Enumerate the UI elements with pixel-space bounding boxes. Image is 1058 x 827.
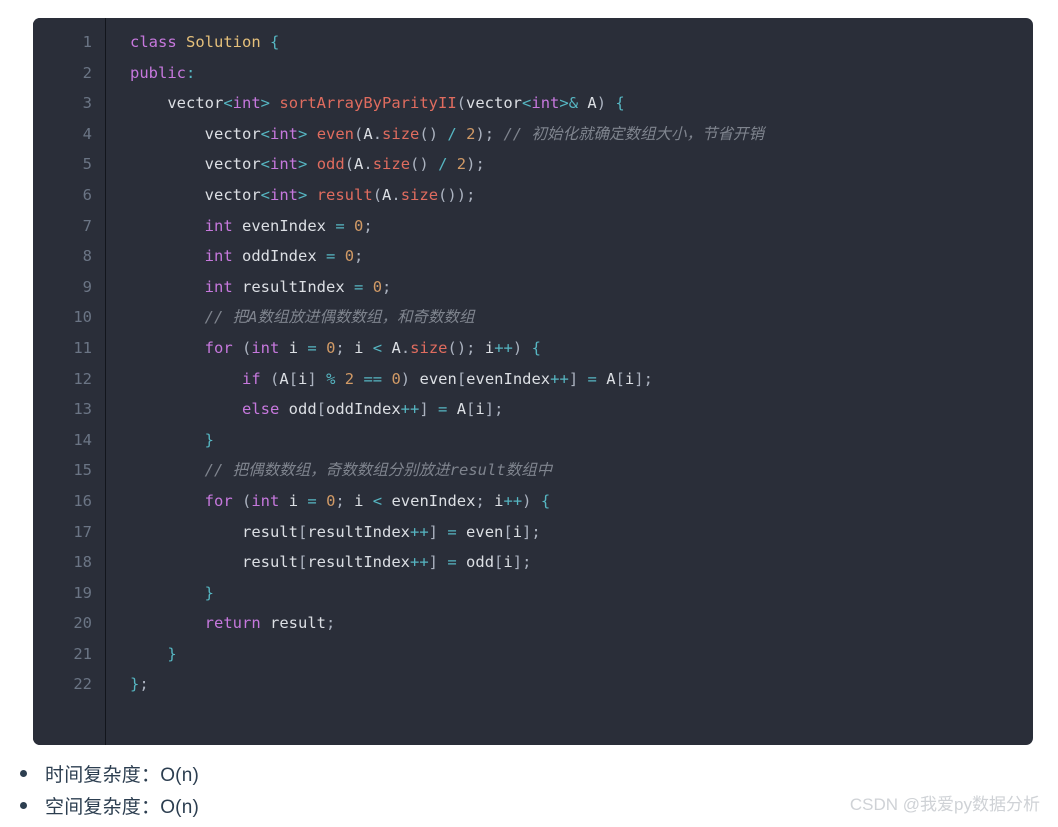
code-content[interactable]: class Solution { public: vector<int> sor… xyxy=(106,18,1033,745)
code-line: vector<int> odd(A.size() / 2); xyxy=(204,155,485,174)
complexity-notes: 时间复杂度：O(n) 空间复杂度：O(n) xyxy=(20,757,620,821)
list-item: 空间复杂度：O(n) xyxy=(20,789,620,821)
line-number: 17 xyxy=(73,522,92,541)
code-line: } xyxy=(204,583,214,602)
code-line: int resultIndex = 0; xyxy=(204,277,392,296)
line-number: 13 xyxy=(73,400,92,419)
line-number: 8 xyxy=(82,247,92,266)
line-number: 18 xyxy=(73,553,92,572)
watermark: CSDN @我爱py数据分析 xyxy=(849,795,1040,814)
code-line: for (int i = 0; i < A.size(); i++) { xyxy=(204,338,541,357)
bullet-icon xyxy=(20,769,27,777)
line-number: 3 xyxy=(82,94,92,113)
line-number: 21 xyxy=(73,644,92,663)
code-line: } xyxy=(204,430,214,449)
list-item: 时间复杂度：O(n) xyxy=(20,757,620,789)
line-number: 14 xyxy=(73,430,92,449)
code-line: int oddIndex = 0; xyxy=(204,247,364,266)
code-line: if (A[i] % 2 == 0) even[evenIndex++] = A… xyxy=(241,369,653,388)
code-line: class Solution { xyxy=(130,33,280,51)
line-number: 2 xyxy=(82,63,92,82)
code-line: vector<int> result(A.size()); xyxy=(204,185,476,204)
bullet-icon xyxy=(20,801,27,809)
code-line: public: xyxy=(130,63,196,82)
line-number: 7 xyxy=(82,216,92,235)
code-line: } xyxy=(167,644,177,663)
line-number: 9 xyxy=(82,277,92,296)
code-block: 1 2 3 4 5 6 7 8 9 10 11 12 13 14 15 16 1… xyxy=(33,18,1033,745)
list-item-label: 空间复杂度：O(n) xyxy=(45,796,200,818)
code-line: result[resultIndex++] = even[i]; xyxy=(241,522,541,541)
code-line: int evenIndex = 0; xyxy=(204,216,373,235)
list-item-label: 时间复杂度：O(n) xyxy=(45,764,200,786)
code-line: vector<int> even(A.size() / 2); // 初始化就确… xyxy=(204,124,764,143)
code-line: result[resultIndex++] = odd[i]; xyxy=(241,553,532,572)
line-number: 19 xyxy=(73,583,92,602)
code-line: // 把A数组放进偶数数组，和奇数数组 xyxy=(204,308,475,327)
line-number: 22 xyxy=(73,675,92,694)
line-number: 15 xyxy=(73,461,92,480)
line-number: 5 xyxy=(82,155,92,174)
line-number: 12 xyxy=(73,369,92,388)
line-number: 20 xyxy=(73,614,92,633)
code-line: else odd[oddIndex++] = A[i]; xyxy=(241,400,504,419)
line-number: 16 xyxy=(73,491,92,510)
page-root: 1 2 3 4 5 6 7 8 9 10 11 12 13 14 15 16 1… xyxy=(0,0,1058,827)
line-number: 10 xyxy=(73,308,92,327)
code-line: }; xyxy=(130,675,149,694)
line-number: 6 xyxy=(82,185,92,204)
line-number: 4 xyxy=(82,124,92,143)
code-line: // 把偶数数组，奇数数组分别放进result数组中 xyxy=(204,461,553,480)
line-number: 1 xyxy=(82,33,92,51)
line-number: 11 xyxy=(73,338,92,357)
code-line: vector<int> sortArrayByParityII(vector<i… xyxy=(167,94,625,113)
code-line: for (int i = 0; i < evenIndex; i++) { xyxy=(204,491,551,510)
code-line: return result; xyxy=(204,614,336,633)
line-number-gutter: 1 2 3 4 5 6 7 8 9 10 11 12 13 14 15 16 1… xyxy=(33,18,106,745)
